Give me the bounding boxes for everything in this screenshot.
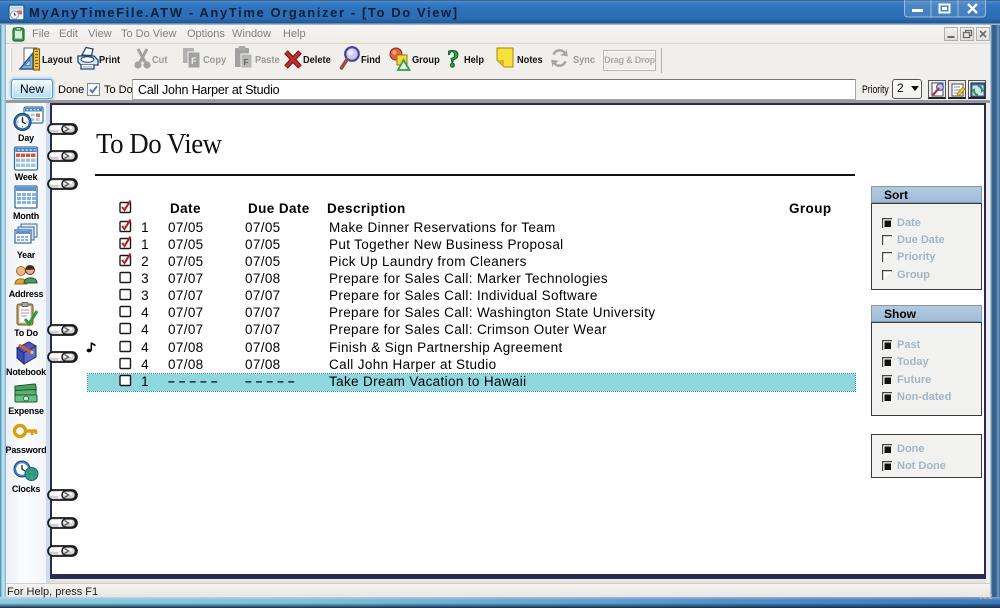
svg-text:F: F (191, 56, 197, 66)
svg-text:?: ? (447, 46, 460, 72)
svg-text:F: F (244, 58, 249, 67)
